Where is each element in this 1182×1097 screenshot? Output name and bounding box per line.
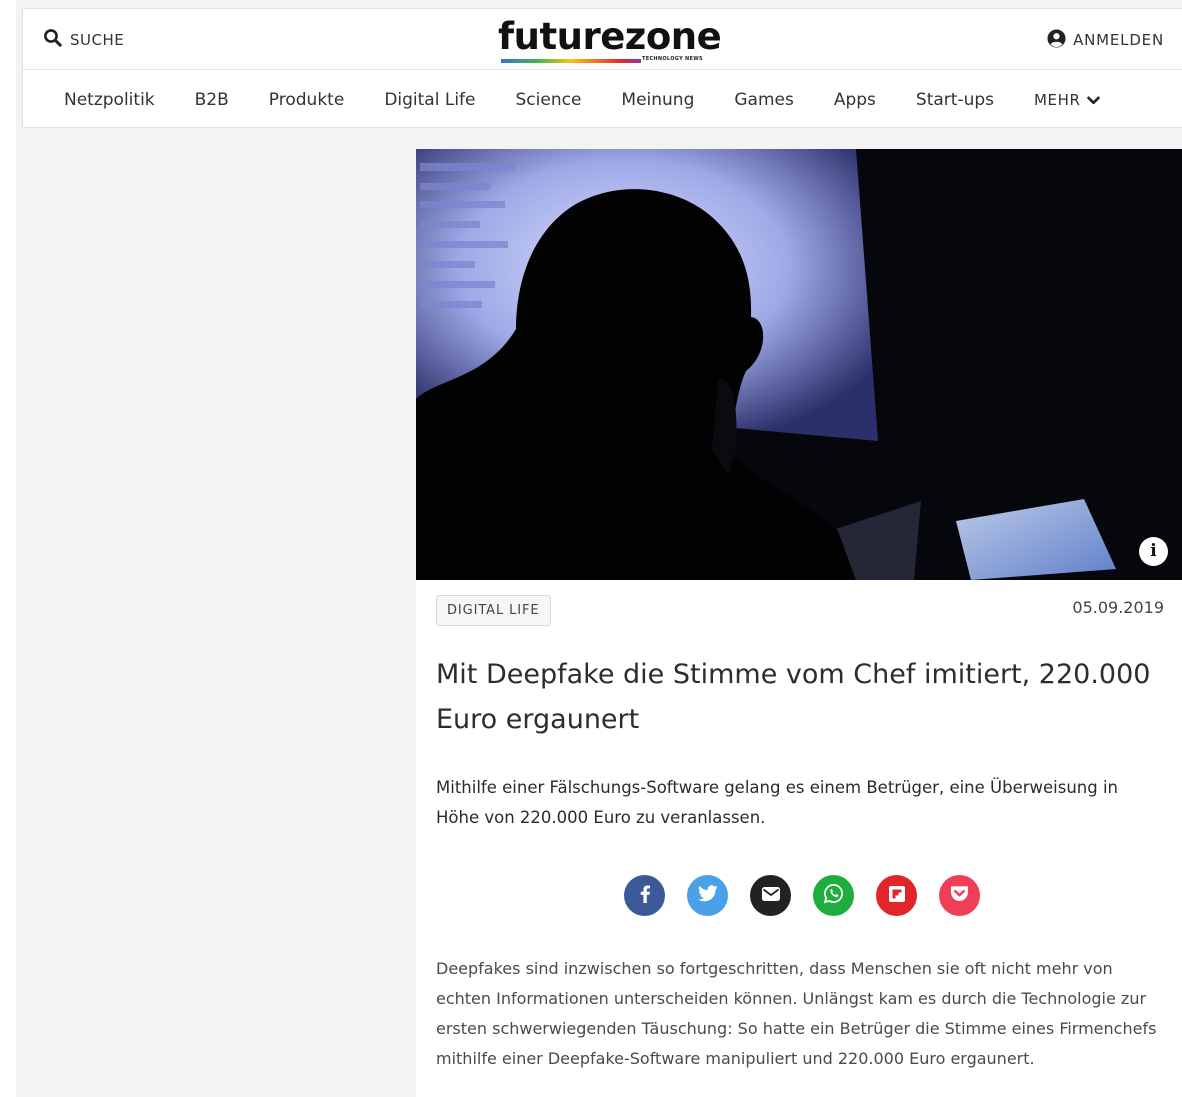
share-twitter-button[interactable] — [687, 875, 728, 916]
share-flipboard-button[interactable] — [876, 875, 917, 916]
nav-item-b2b[interactable]: B2B — [195, 90, 229, 110]
header-top-bar: SUCHE futurezone TECHNOLOGY NEWS ANMELDE… — [23, 9, 1182, 70]
user-icon — [1047, 28, 1066, 52]
left-edge — [0, 0, 16, 1097]
nav-item-digital-life[interactable]: Digital Life — [384, 90, 475, 110]
article: i DIGITAL LIFE 05.09.2019 Mit Deepfake d… — [416, 149, 1182, 1097]
article-lead: Mithilfe einer Fälschungs-Software gelan… — [436, 778, 1119, 827]
search-button[interactable]: SUCHE — [43, 28, 124, 52]
share-pocket-button[interactable] — [939, 875, 980, 916]
hero-photo-illustration — [416, 149, 1182, 580]
flipboard-icon — [888, 885, 905, 906]
main-nav: Netzpolitik B2B Produkte Digital Life Sc… — [23, 71, 1182, 128]
info-icon: i — [1150, 541, 1157, 561]
nav-item-netzpolitik[interactable]: Netzpolitik — [64, 90, 155, 110]
twitter-icon — [697, 885, 718, 906]
login-button[interactable]: ANMELDEN — [1047, 28, 1164, 52]
chevron-down-icon — [1086, 91, 1100, 109]
share-facebook-button[interactable] — [624, 875, 665, 916]
share-email-button[interactable] — [750, 875, 791, 916]
category-badge[interactable]: DIGITAL LIFE — [436, 595, 551, 626]
article-date: 05.09.2019 — [1072, 598, 1164, 617]
article-body-paragraph: Deepfakes sind inzwischen so fortgeschri… — [436, 959, 1157, 1068]
nav-item-meinung[interactable]: Meinung — [621, 90, 694, 110]
nav-item-games[interactable]: Games — [734, 90, 793, 110]
whatsapp-icon — [823, 883, 844, 908]
nav-item-science[interactable]: Science — [516, 90, 582, 110]
logo-color-bar — [501, 59, 641, 63]
site-header: SUCHE futurezone TECHNOLOGY NEWS ANMELDE… — [22, 8, 1182, 128]
logo-text: futurezone — [498, 15, 722, 58]
pocket-icon — [950, 885, 969, 906]
email-icon — [761, 886, 780, 905]
search-label: SUCHE — [70, 31, 125, 49]
share-whatsapp-button[interactable] — [813, 875, 854, 916]
nav-item-produkte[interactable]: Produkte — [269, 90, 345, 110]
logo-tagline: TECHNOLOGY NEWS — [642, 56, 703, 62]
login-label: ANMELDEN — [1073, 31, 1164, 49]
image-info-button[interactable]: i — [1139, 537, 1168, 566]
nav-item-apps[interactable]: Apps — [834, 90, 876, 110]
nav-item-start-ups[interactable]: Start-ups — [916, 90, 994, 110]
share-bar — [624, 875, 980, 916]
article-headline: Mit Deepfake die Stimme vom Chef imitier… — [436, 659, 1151, 735]
article-hero-image: i — [416, 149, 1182, 580]
site-logo[interactable]: futurezone TECHNOLOGY NEWS — [498, 15, 722, 67]
search-icon — [43, 28, 63, 52]
nav-more-button[interactable]: MEHR — [1034, 91, 1100, 109]
page: SUCHE futurezone TECHNOLOGY NEWS ANMELDE… — [0, 0, 1182, 1097]
facebook-icon — [639, 884, 651, 907]
nav-more-label: MEHR — [1034, 90, 1081, 109]
